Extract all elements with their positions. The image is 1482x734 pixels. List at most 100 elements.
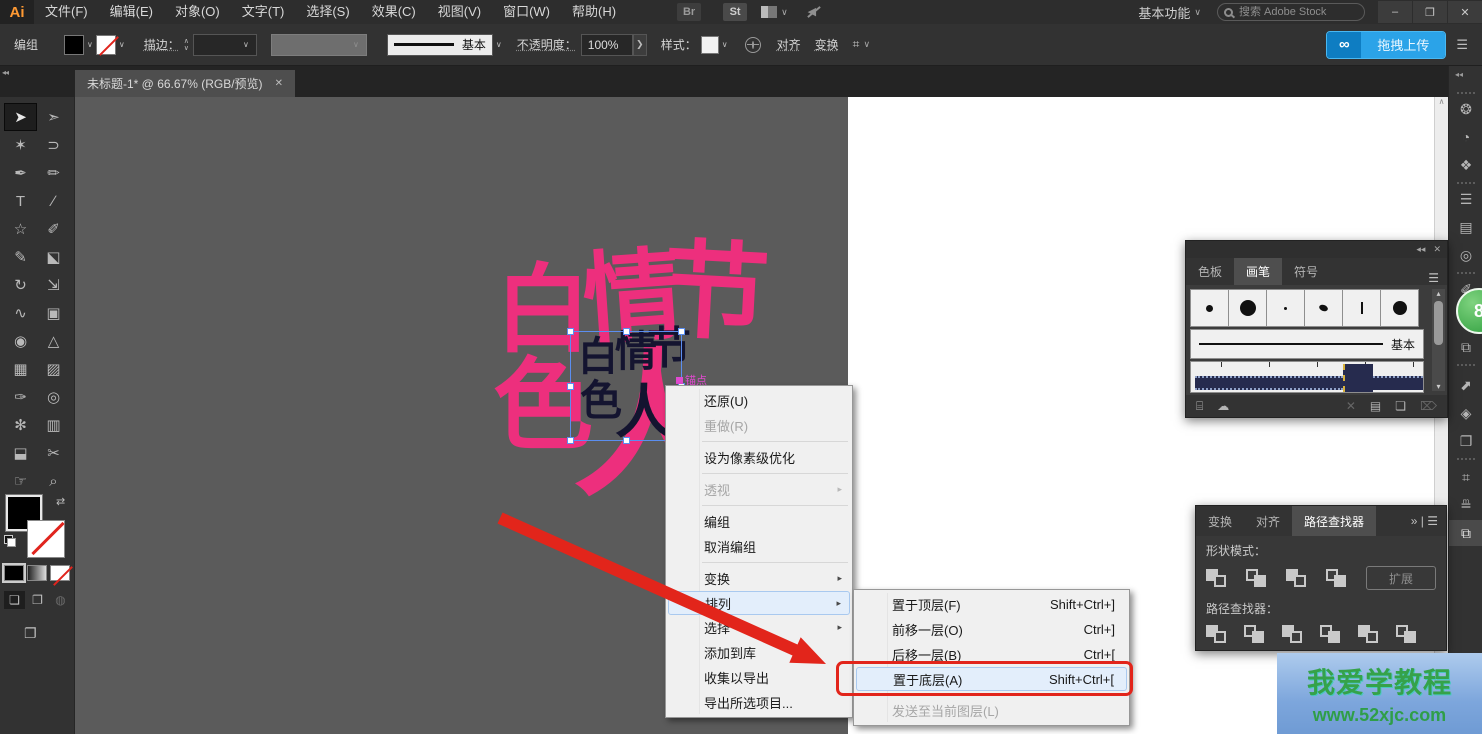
brush-libraries-icon[interactable]: ⌸ — [1196, 399, 1203, 414]
shape-tool[interactable]: ☆ — [4, 215, 37, 243]
merge-button[interactable] — [1282, 625, 1304, 643]
collapse-toolbar-icon[interactable]: ◂◂ — [2, 68, 8, 77]
upload-button[interactable]: ∞ 拖拽上传 — [1326, 31, 1446, 59]
asset-export-panel-icon[interactable]: ❖ — [1449, 152, 1482, 178]
column-graph-tool[interactable]: ▥ — [37, 411, 70, 439]
expand-dock-icon[interactable]: ◂◂ — [1455, 70, 1463, 79]
gradient-panel-icon[interactable]: ▤ — [1449, 214, 1482, 240]
transform-link[interactable]: 变换 — [815, 36, 839, 53]
pen-tool[interactable]: ✒ — [4, 159, 37, 187]
brush-item[interactable] — [1228, 289, 1267, 327]
zoom-tool[interactable]: ⌕ — [37, 467, 70, 495]
menu-export-selection[interactable]: 导出所选项目... — [666, 690, 852, 715]
direct-selection-tool[interactable]: ➣ — [37, 103, 70, 131]
chevron-down-icon[interactable]: ∨ — [119, 40, 125, 49]
collapse-panel-icon[interactable]: ◂◂ — [1416, 244, 1425, 255]
menu-object[interactable]: 对象(O) — [164, 0, 231, 24]
exclude-button[interactable] — [1326, 569, 1348, 587]
default-fill-stroke-icon[interactable] — [4, 535, 16, 547]
screen-mode-button[interactable]: ❐ — [24, 625, 37, 642]
stroke-none-swatch[interactable] — [28, 521, 64, 557]
dock-drag-handle[interactable] — [1457, 458, 1475, 462]
selection-handle[interactable] — [623, 328, 630, 335]
trim-button[interactable] — [1244, 625, 1266, 643]
menu-select[interactable]: 选择(S) — [295, 0, 360, 24]
tab-swatches[interactable]: 色板 — [1186, 258, 1234, 285]
lasso-tool[interactable]: ⊃ — [37, 131, 70, 159]
brush-item[interactable] — [1380, 289, 1419, 327]
slice-tool[interactable]: ✂ — [37, 439, 70, 467]
draw-normal-button[interactable]: ❏ — [4, 591, 25, 609]
bridge-button[interactable]: Br — [677, 3, 701, 21]
close-panel-icon[interactable]: ✕ — [1433, 244, 1441, 255]
chevron-down-icon[interactable]: ∨ — [781, 7, 788, 18]
list-icon[interactable]: ☰ — [1456, 37, 1468, 53]
minus-back-button[interactable] — [1396, 625, 1418, 643]
isolate-selection-icon[interactable]: ⌗ — [853, 37, 860, 52]
artboard-tool[interactable]: ⬓ — [4, 439, 37, 467]
shaper-tool[interactable]: ✎ — [4, 243, 37, 271]
brush-options-icon[interactable]: ▤ — [1370, 399, 1381, 413]
align-link[interactable]: 对齐 — [777, 36, 801, 53]
tab-pathfinder[interactable]: 路径查找器 — [1292, 506, 1376, 536]
brush-item[interactable] — [1342, 289, 1381, 327]
selection-tool[interactable]: ➤ — [4, 103, 37, 131]
menu-pixel-perfect[interactable]: 设为像素级优化 — [666, 445, 852, 470]
menu-transform[interactable]: 变换▸ — [666, 566, 852, 591]
dock-drag-handle[interactable] — [1457, 364, 1475, 368]
crop-button[interactable] — [1320, 625, 1342, 643]
symbol-sprayer-tool[interactable]: ✻ — [4, 411, 37, 439]
minus-front-button[interactable] — [1246, 569, 1268, 587]
fill-color-swatch[interactable] — [64, 35, 84, 55]
unite-button[interactable] — [1206, 569, 1228, 587]
hand-tool[interactable]: ☞ — [4, 467, 37, 495]
menu-view[interactable]: 视图(V) — [427, 0, 492, 24]
rotate-tool[interactable]: ↻ — [4, 271, 37, 299]
close-button[interactable]: ✕ — [1448, 1, 1482, 23]
opacity-label[interactable]: 不透明度： — [517, 36, 577, 53]
eyedropper-tool[interactable]: ✑ — [4, 383, 37, 411]
align-panel-icon[interactable]: ≞ — [1449, 492, 1482, 518]
brush-item[interactable] — [1190, 289, 1229, 327]
muted-speaker-icon[interactable] — [806, 5, 822, 19]
selection-handle[interactable] — [567, 437, 574, 444]
brush-item-basic[interactable]: 基本 — [1190, 329, 1424, 359]
shape-builder-tool[interactable]: ◉ — [4, 327, 37, 355]
free-transform-tool[interactable]: ▣ — [37, 299, 70, 327]
chevron-down-icon[interactable]: ∨ — [87, 40, 93, 49]
stroke-weight-dropdown[interactable]: ∨ — [193, 34, 257, 56]
chevron-down-icon[interactable]: ∨ — [863, 39, 870, 50]
divide-button[interactable] — [1206, 625, 1228, 643]
eraser-tool[interactable]: ⬕ — [37, 243, 70, 271]
chevron-down-icon[interactable]: ∨ — [722, 40, 728, 49]
brush-scrollbar[interactable]: ▴ ▾ — [1432, 289, 1445, 391]
menu-collect-for-export[interactable]: 收集以导出 — [666, 665, 852, 690]
line-segment-tool[interactable]: ∕ — [37, 187, 70, 215]
stock-button[interactable]: St — [723, 3, 747, 21]
minimize-button[interactable]: – — [1378, 1, 1412, 23]
transparency-panel-icon[interactable]: ◎ — [1449, 242, 1482, 268]
document-setup-icon[interactable] — [745, 37, 761, 53]
selection-handle[interactable] — [678, 328, 685, 335]
new-brush-icon[interactable]: ❏ — [1395, 399, 1406, 413]
transform-panel-icon[interactable]: ⌗ — [1449, 464, 1482, 490]
menu-ungroup[interactable]: 取消编组 — [666, 534, 852, 559]
menu-window[interactable]: 窗口(W) — [492, 0, 561, 24]
brush-item-pattern[interactable] — [1190, 361, 1424, 393]
menu-help[interactable]: 帮助(H) — [561, 0, 627, 24]
stroke-weight-label[interactable]: 描边： — [144, 36, 180, 53]
width-tool[interactable]: ∿ — [4, 299, 37, 327]
scroll-thumb[interactable] — [1434, 301, 1443, 345]
layout-switcher-icon[interactable] — [761, 6, 777, 18]
restore-button[interactable]: ❐ — [1413, 1, 1447, 23]
color-panel-icon[interactable]: ❂ — [1449, 96, 1482, 122]
tab-align[interactable]: 对齐 — [1244, 506, 1292, 536]
stroke-panel-icon[interactable]: ☰ — [1449, 186, 1482, 212]
draw-behind-button[interactable]: ❐ — [27, 591, 48, 609]
style-swatch[interactable] — [701, 36, 719, 54]
selection-handle[interactable] — [567, 383, 574, 390]
menu-group[interactable]: 编组 — [666, 509, 852, 534]
brush-definition-dropdown[interactable]: 基本 — [387, 34, 493, 56]
menu-undo[interactable]: 还原(U) — [666, 388, 852, 413]
menu-effect[interactable]: 效果(C) — [361, 0, 427, 24]
